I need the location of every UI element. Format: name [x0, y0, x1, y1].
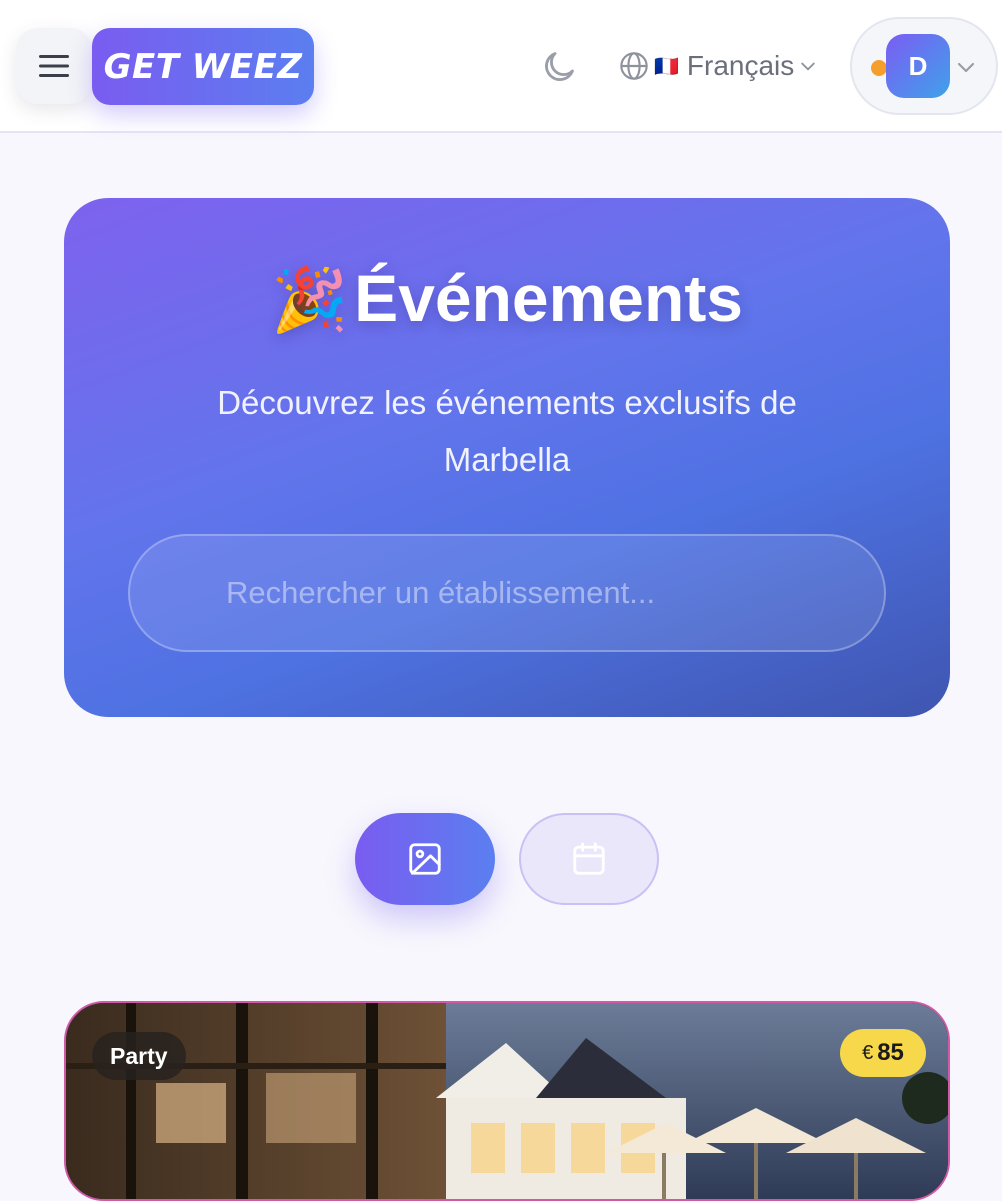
page-title: 🎉Événements [64, 260, 950, 337]
chevron-down-icon [957, 62, 975, 73]
search-input[interactable] [226, 575, 884, 611]
brand-logo[interactable]: GET WEEZ [92, 28, 314, 105]
calendar-view-button[interactable] [519, 813, 659, 905]
chevron-down-icon [801, 62, 816, 71]
menu-button[interactable] [16, 28, 92, 104]
language-flag: 🇫🇷 [654, 55, 679, 78]
event-category-badge: Party [92, 1032, 186, 1080]
calendar-icon [573, 842, 605, 875]
moon-icon [545, 52, 574, 81]
status-dot [871, 60, 887, 76]
image-icon [409, 843, 441, 875]
euro-icon: € [862, 1041, 874, 1064]
gallery-view-button[interactable] [355, 813, 495, 905]
event-card[interactable]: Party € 85 [64, 1001, 950, 1201]
event-price: 85 [877, 1039, 904, 1066]
page-title-text: Événements [354, 261, 744, 335]
language-label: Français [686, 50, 795, 81]
page-subtitle: Découvrez les événements exclusifs de Ma… [217, 384, 797, 478]
hamburger-icon [39, 55, 69, 77]
avatar: D [886, 34, 950, 98]
event-photo [66, 1003, 948, 1199]
top-header: GET WEEZ 🇫🇷 Français D [0, 0, 1002, 133]
user-menu-button[interactable]: D [850, 17, 998, 115]
party-popper-icon: 🎉 [270, 266, 349, 335]
theme-toggle-button[interactable] [538, 46, 580, 88]
event-price-badge: € 85 [840, 1029, 926, 1077]
language-selector[interactable]: 🇫🇷 Français [618, 44, 818, 88]
globe-icon [620, 52, 648, 80]
search-bar [128, 534, 886, 652]
events-hero: 🎉Événements Découvrez les événements exc… [64, 198, 950, 717]
